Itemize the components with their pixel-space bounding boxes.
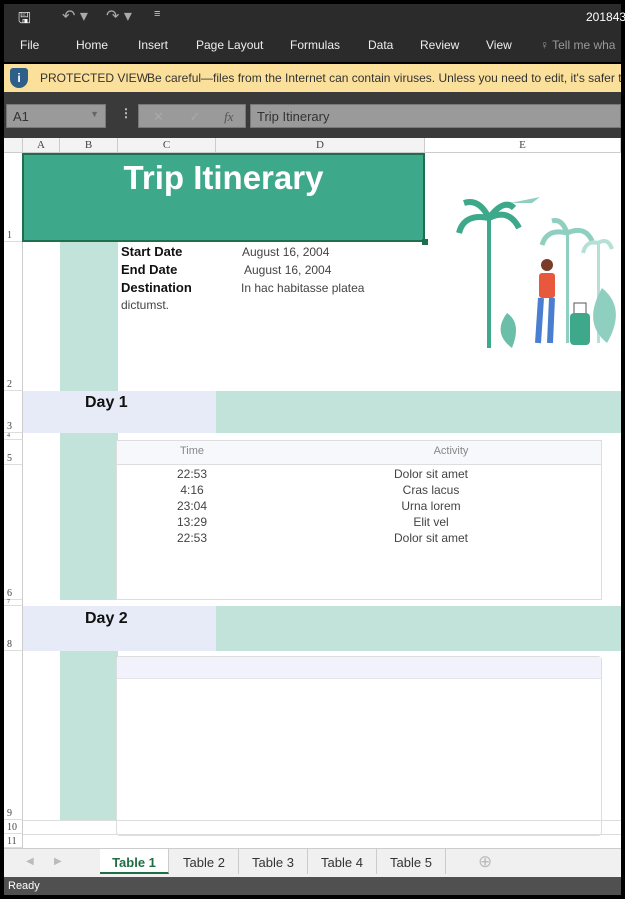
table-header xyxy=(117,657,601,679)
day2-table xyxy=(116,656,602,836)
row-header-4[interactable]: 4 xyxy=(4,433,23,440)
redo-icon[interactable]: ↷ ▾ xyxy=(106,6,132,26)
accent-band xyxy=(60,433,118,600)
sheet-tab[interactable]: Table 4 xyxy=(308,849,377,874)
customize-icon[interactable]: ≡ xyxy=(154,8,160,20)
destination-value-cont: dictumst. xyxy=(121,298,170,312)
entry-time[interactable]: 23:04 xyxy=(147,499,237,513)
gridline xyxy=(23,820,621,821)
protected-label: PROTECTED VIEW xyxy=(40,71,149,85)
start-date-label: Start Date xyxy=(121,244,183,259)
tell-me[interactable]: ♀ Tell me wha xyxy=(540,38,615,52)
select-all[interactable] xyxy=(4,138,23,153)
entry-time[interactable]: 4:16 xyxy=(147,483,237,497)
end-date-label: End Date xyxy=(121,262,178,277)
destination-label: Destination xyxy=(121,280,192,295)
col-header-c[interactable]: C xyxy=(118,138,216,153)
day1-accent-band xyxy=(216,391,621,433)
ribbon-tabs: File Home Insert Page Layout Formulas Da… xyxy=(4,30,621,62)
accent-band xyxy=(60,651,118,820)
status-text: Ready xyxy=(8,880,40,892)
add-sheet-icon[interactable]: ⊕ xyxy=(478,852,492,872)
enter-icon[interactable]: ✓ xyxy=(190,109,201,124)
title-bar: 🖫 ↶ ▾ ↷ ▾ ≡ 201843 xyxy=(4,4,625,30)
entry-time[interactable]: 22:53 xyxy=(147,467,237,481)
scroll-right-icon[interactable]: ▶ xyxy=(54,856,62,867)
trip-title[interactable]: Trip Itinerary xyxy=(22,153,425,242)
shield-icon: i xyxy=(10,68,28,88)
travel-illustration xyxy=(456,197,616,348)
entry-activity[interactable]: Dolor sit amet xyxy=(341,467,521,481)
formula-input[interactable]: Trip Itinerary xyxy=(250,104,621,128)
sheet-tab[interactable]: Table 1 xyxy=(100,849,169,874)
fill-handle[interactable] xyxy=(422,239,428,245)
row-header-5[interactable]: 5 xyxy=(4,440,23,465)
airplane-icon xyxy=(510,197,540,203)
row-header-6[interactable]: 6 xyxy=(4,465,23,600)
protected-view-bar: i PROTECTED VIEW Be careful—files from t… xyxy=(4,64,621,92)
undo-icon[interactable]: ↶ ▾ xyxy=(62,6,88,26)
sheet-tab[interactable]: Table 2 xyxy=(170,849,239,874)
filename: 201843 xyxy=(586,10,625,24)
chevron-down-icon: ▼ xyxy=(90,109,99,119)
tab-data[interactable]: Data xyxy=(368,38,393,52)
col-header-a[interactable]: A xyxy=(23,138,60,153)
day1-table: Time Activity 22:53 Dolor sit amet 4:16 Cra… xyxy=(116,440,602,600)
time-header: Time xyxy=(179,445,205,457)
entry-time[interactable]: 13:29 xyxy=(147,515,237,529)
row-header-10[interactable]: 10 xyxy=(4,820,23,834)
formula-bar: A1 ▼ ⋮ ✕ ✓ fx Trip Itinerary xyxy=(4,92,621,138)
row-header-11[interactable]: 11 xyxy=(4,834,23,848)
tab-page-layout[interactable]: Page Layout xyxy=(196,38,263,52)
tab-review[interactable]: Review xyxy=(420,38,459,52)
sheet-tabs-bar: ◀ ▶ Table 1 Table 2 Table 3 Table 4 Table 5 … xyxy=(4,848,621,877)
row-header-3[interactable]: 3 xyxy=(4,391,23,433)
spreadsheet-grid[interactable]: A B C D E 1 2 3 4 5 6 7 8 9 10 11 Trip I… xyxy=(4,138,621,848)
tab-formulas[interactable]: Formulas xyxy=(290,38,340,52)
row-header-1[interactable]: 1 xyxy=(4,153,23,242)
more-icon: ⋮ xyxy=(120,106,132,120)
start-date-value[interactable]: August 16, 2004 xyxy=(242,245,329,259)
tab-file[interactable]: File xyxy=(20,38,39,52)
activity-header: Activity xyxy=(433,445,469,457)
destination-value[interactable]: In hac habitasse platea xyxy=(241,281,364,295)
sheet-tab[interactable]: Table 5 xyxy=(377,849,446,874)
gridline xyxy=(23,834,621,835)
col-header-d[interactable]: D xyxy=(216,138,425,153)
accent-band xyxy=(60,242,118,391)
entry-activity[interactable]: Cras lacus xyxy=(341,483,521,497)
scroll-left-icon[interactable]: ◀ xyxy=(26,856,34,867)
tab-home[interactable]: Home xyxy=(76,38,108,52)
tab-insert[interactable]: Insert xyxy=(138,38,168,52)
entry-activity[interactable]: Elit vel xyxy=(341,515,521,529)
fx-icon[interactable]: fx xyxy=(224,109,233,124)
cancel-icon[interactable]: ✕ xyxy=(153,109,164,124)
row-header-2[interactable]: 2 xyxy=(4,242,23,391)
day1-label[interactable]: Day 1 xyxy=(85,394,128,412)
lightbulb-icon: ♀ xyxy=(540,38,549,52)
formula-buttons: ✕ ✓ fx xyxy=(138,104,246,128)
row-header-8[interactable]: 8 xyxy=(4,606,23,651)
row-header-9[interactable]: 9 xyxy=(4,651,23,820)
tab-view[interactable]: View xyxy=(486,38,512,52)
protected-message: Be careful—files from the Internet can c… xyxy=(147,71,621,85)
day2-accent-band xyxy=(216,606,621,651)
day2-label[interactable]: Day 2 xyxy=(85,610,128,628)
entry-time[interactable]: 22:53 xyxy=(147,531,237,545)
status-bar: Ready xyxy=(4,877,621,895)
sheet-tab[interactable]: Table 3 xyxy=(239,849,308,874)
entry-activity[interactable]: Dolor sit amet xyxy=(341,531,521,545)
end-date-value[interactable]: August 16, 2004 xyxy=(244,263,331,277)
name-box[interactable]: A1 ▼ xyxy=(6,104,106,128)
col-header-e[interactable]: E xyxy=(425,138,621,153)
col-header-b[interactable]: B xyxy=(60,138,118,153)
entry-activity[interactable]: Urna lorem xyxy=(341,499,521,513)
